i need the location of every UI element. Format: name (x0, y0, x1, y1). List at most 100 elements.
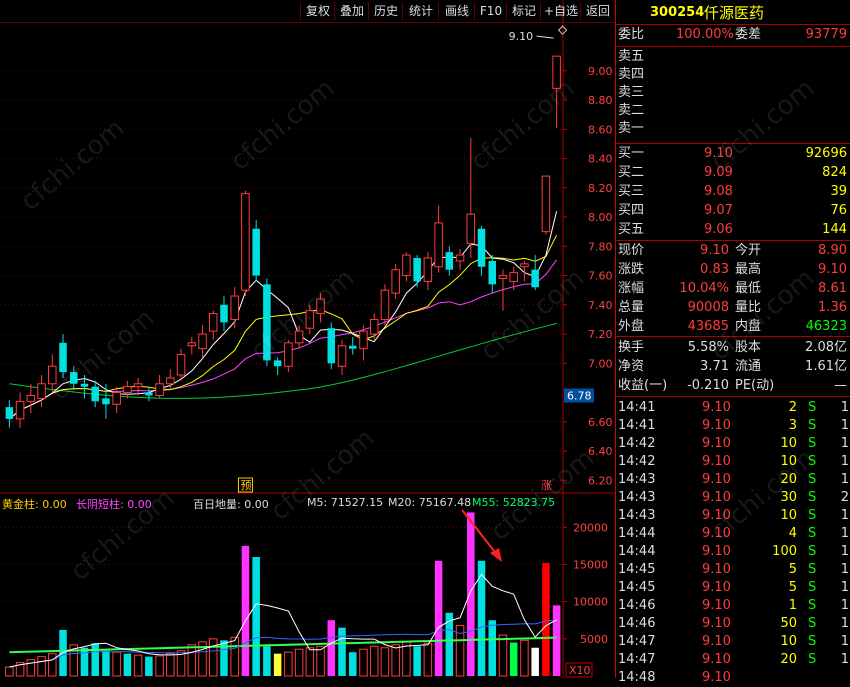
divider (616, 46, 850, 47)
volume-bar (230, 636, 239, 677)
candle-down (5, 407, 14, 419)
volume-bar (123, 653, 132, 676)
bid-label: 买五 (618, 222, 645, 237)
candle-up (316, 298, 325, 315)
zhang-marker: 涨 (541, 479, 552, 492)
candle-up (359, 330, 368, 350)
tick-price: 9.10 (702, 418, 731, 433)
high-annotation-arrow (536, 35, 554, 39)
tick-price: 9.10 (702, 598, 731, 613)
volume-bar (542, 562, 550, 676)
price-tick-label: 7.60 (588, 270, 613, 283)
bid-label: 买一 (618, 146, 645, 161)
tick-volume: 1 (788, 598, 797, 613)
volume-bar (391, 644, 400, 677)
tick-side: S (808, 508, 817, 523)
candle-up (48, 365, 57, 385)
price-tick-label: 7.80 (588, 240, 613, 253)
overlay-button[interactable]: 叠加 (334, 2, 369, 20)
tick-side: S (808, 634, 817, 649)
tick-time: 14:46 (618, 616, 656, 631)
ask-row: 卖四 (616, 66, 850, 84)
ask-label: 卖二 (618, 103, 645, 118)
fundamental-row: 净资 3.71 流通 1.61亿 (616, 358, 850, 376)
candle-down (263, 284, 271, 361)
tick-volume: 100 (772, 544, 797, 559)
volume-bar (166, 653, 175, 677)
fundamental-label: 收益(一) (618, 378, 668, 393)
tick-count: 1 (840, 400, 849, 415)
tick-volume: 10 (780, 436, 797, 451)
tick-volume: 5 (788, 562, 797, 577)
tick-side: S (808, 652, 817, 667)
quote-value: 43685 (687, 319, 729, 334)
tick-price: 9.10 (702, 616, 731, 631)
quote-row: 涨幅 10.04% 最低 8.61 (616, 280, 850, 298)
quote-label: 最高 (735, 262, 762, 277)
volume-bar (102, 650, 110, 676)
tick-time: 14:48 (618, 670, 656, 685)
candle-up (391, 269, 400, 294)
quote-label: 内盘 (735, 319, 762, 334)
tick-price: 9.10 (702, 562, 731, 577)
candle-up (434, 222, 443, 268)
candle-down (91, 386, 99, 402)
fundamental-value: 3.71 (700, 359, 729, 374)
bid-volume: 824 (822, 165, 847, 180)
volume-bar (348, 652, 357, 676)
tick-price: 9.10 (702, 634, 731, 649)
bid-price: 9.06 (704, 222, 733, 237)
tick-side: S (808, 454, 817, 469)
tick-row: 14:46 9.10 1 S 1 (616, 597, 850, 615)
candle-up (552, 55, 561, 89)
tick-volume: 2 (788, 400, 797, 415)
fuquan-button[interactable]: 复权 (300, 2, 335, 20)
mark-button[interactable]: 标记 (506, 2, 541, 20)
bid-row: 买一 9.10 92696 (616, 145, 850, 163)
volume-bar (305, 647, 315, 677)
fundamental-label: PE(动) (735, 378, 775, 393)
tick-volume: 10 (780, 508, 797, 523)
volume-bar (327, 620, 336, 676)
quote-value: 9.10 (818, 262, 847, 277)
weibi-label: 委比 (618, 27, 645, 42)
volume-bar (520, 639, 529, 677)
ask-label: 卖四 (618, 67, 645, 82)
history-button[interactable]: 历史 (368, 2, 403, 20)
kline-chart-area[interactable]: 9.00 8.80 8.60 8.40 8.20 8.00 7.80 7.60 7.40 7.20… (0, 0, 615, 678)
tick-price: 9.10 (702, 454, 731, 469)
bid-volume: 92696 (805, 146, 847, 161)
volume-bar (145, 656, 153, 676)
fundamental-row: 换手 5.58% 股本 2.08亿 (616, 339, 850, 357)
volume-bar (273, 653, 282, 676)
volume-bar (112, 651, 121, 677)
add-watchlist-button[interactable]: +自选 (540, 2, 581, 20)
tick-time: 14:43 (618, 490, 656, 505)
tick-time: 14:42 (618, 436, 656, 451)
draw-line-button[interactable]: 画线 (438, 2, 475, 20)
tick-side: S (808, 526, 817, 541)
bid-row: 买三 9.08 39 (616, 183, 850, 201)
candle-up (123, 386, 132, 394)
candle-down (477, 228, 486, 267)
candle-down (445, 252, 454, 270)
bid-price: 9.10 (704, 146, 733, 161)
volume-bar (48, 653, 57, 677)
bairi-indicator: 百日地量: 0.00 (193, 498, 269, 511)
kline-chart[interactable]: 9.00 8.80 8.60 8.40 8.20 8.00 7.80 7.60 7.40 7.20… (0, 0, 615, 678)
tick-count: 1 (840, 418, 849, 433)
back-button[interactable]: 返回 (580, 2, 615, 20)
tick-time: 14:42 (618, 454, 656, 469)
tick-row: 14:44 9.10 100 S 1 (616, 543, 850, 561)
statistics-button[interactable]: 统计 (402, 2, 439, 20)
quote-label: 现价 (618, 243, 645, 258)
candle-up (176, 354, 186, 376)
candle-up (284, 342, 293, 367)
divider (616, 396, 850, 397)
quote-label: 量比 (735, 300, 762, 315)
candle-up (520, 263, 529, 268)
f10-button[interactable]: F10 (474, 2, 507, 20)
volume-bar (80, 647, 89, 676)
volume-bar (338, 627, 346, 676)
tick-time: 14:45 (618, 562, 656, 577)
